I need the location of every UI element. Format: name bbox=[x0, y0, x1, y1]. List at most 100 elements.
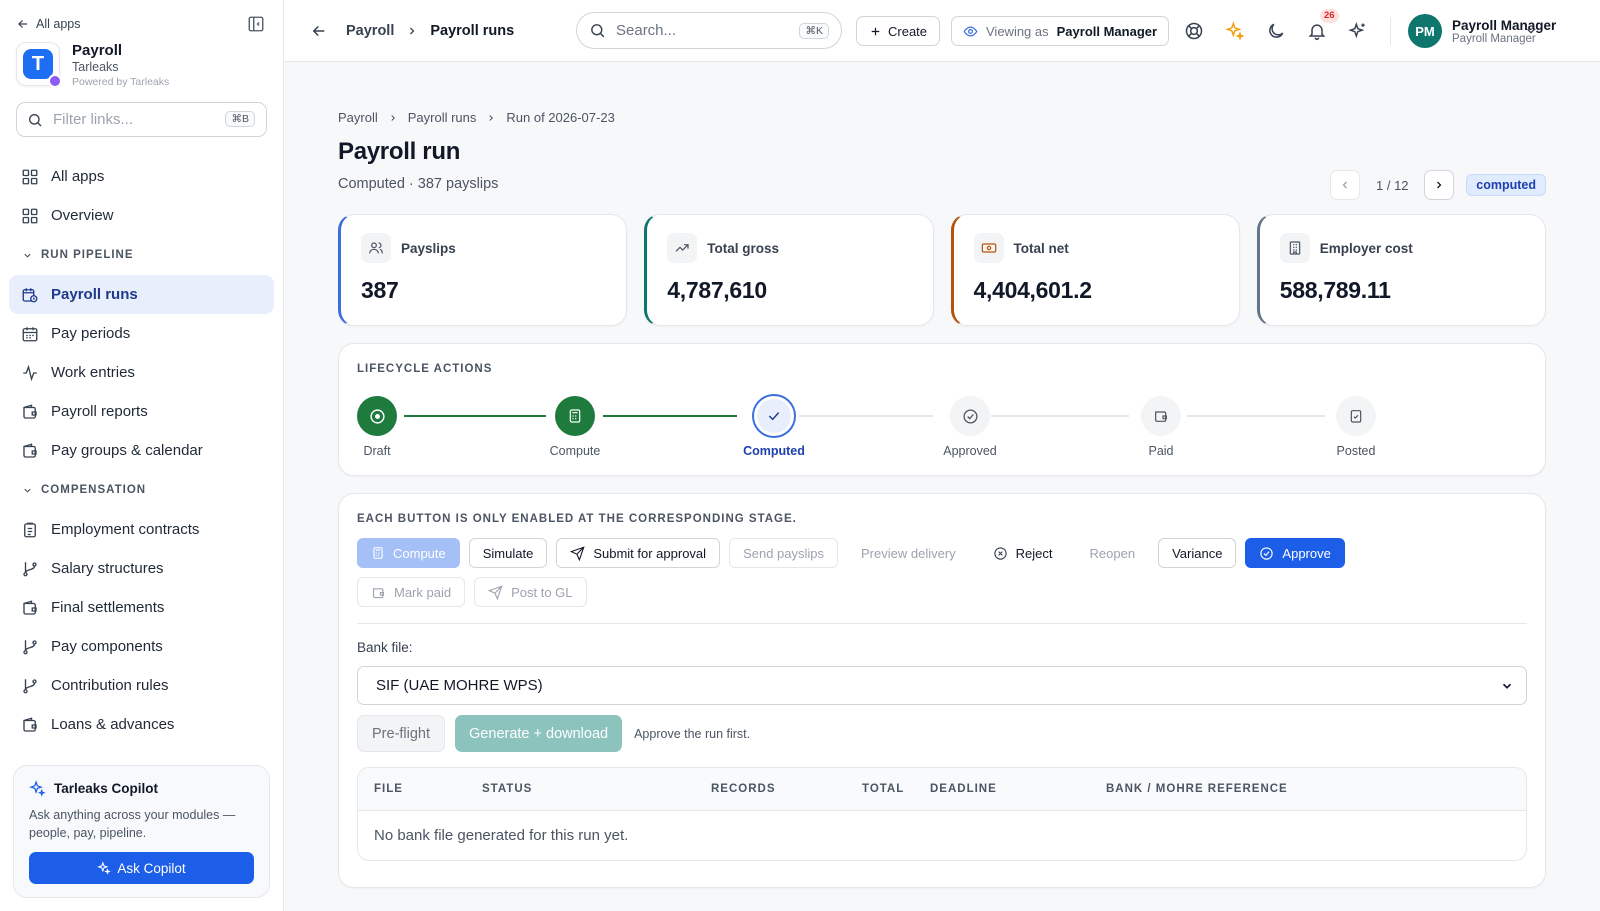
clipboard-check-icon bbox=[1350, 410, 1362, 423]
chevron-right-icon bbox=[391, 114, 395, 121]
viewing-as-switcher[interactable]: Viewing as Payroll Manager bbox=[951, 16, 1170, 46]
back-label: All apps bbox=[36, 17, 81, 31]
kpi-employer-cost: Employer cost 588,789.11 bbox=[1256, 214, 1546, 326]
compute-button[interactable]: Compute bbox=[357, 538, 460, 568]
sidebar-item-pay-periods[interactable]: Pay periods bbox=[9, 314, 274, 353]
sparkles-icon[interactable] bbox=[1225, 21, 1245, 41]
sidebar-item-all-apps[interactable]: All apps bbox=[9, 157, 274, 196]
ask-copilot-button[interactable]: Ask Copilot bbox=[29, 852, 254, 884]
sidebar-item-label: Payroll reports bbox=[51, 403, 148, 420]
post-to-gl-button[interactable]: Post to GL bbox=[474, 577, 587, 607]
button-label: Reopen bbox=[1089, 545, 1136, 561]
bell-icon[interactable] bbox=[1307, 21, 1327, 41]
sidebar-item-payroll-reports[interactable]: Payroll reports bbox=[9, 392, 274, 431]
filter-links-input[interactable]: Filter links... ⌘B bbox=[16, 102, 267, 137]
topbar-crumb-payroll[interactable]: Payroll bbox=[346, 23, 394, 39]
actions-card: EACH BUTTON IS ONLY ENABLED AT THE CORRE… bbox=[338, 493, 1546, 888]
create-button[interactable]: Create bbox=[856, 16, 941, 46]
kpi-value: 4,404,601.2 bbox=[973, 277, 1093, 303]
sidebar-item-pay-groups[interactable]: Pay groups & calendar bbox=[9, 431, 274, 470]
column-header: TOTAL bbox=[862, 783, 905, 795]
section-title: COMPENSATION bbox=[41, 484, 147, 496]
ai-sparkle-icon[interactable] bbox=[1348, 21, 1368, 41]
moon-icon[interactable] bbox=[1266, 21, 1286, 41]
sidebar-item-label: Salary structures bbox=[51, 560, 164, 577]
copilot-description: Ask anything across your modules — peopl… bbox=[29, 808, 236, 840]
divider bbox=[357, 623, 1527, 624]
submit-for-approval-button[interactable]: Submit for approval bbox=[556, 538, 721, 568]
section-run-pipeline[interactable]: RUN PIPELINE bbox=[0, 235, 283, 275]
breadcrumb-payroll-runs[interactable]: Payroll runs bbox=[408, 110, 477, 125]
viewing-role: Payroll Manager bbox=[1056, 23, 1158, 39]
next-record-button[interactable] bbox=[1424, 170, 1455, 200]
wallet-icon bbox=[23, 599, 37, 615]
calculator-icon bbox=[569, 409, 581, 423]
kpi-total-net: Total net 4,404,601.2 bbox=[950, 214, 1240, 326]
clipboard-icon bbox=[24, 522, 36, 537]
record-pager: 1 / 12 computed bbox=[1330, 170, 1546, 200]
lifecycle-connector bbox=[404, 415, 546, 417]
kpi-label: Total net bbox=[1013, 240, 1069, 256]
section-compensation[interactable]: COMPENSATION bbox=[0, 470, 283, 510]
kpi-row: Payslips 387 Total gross 4,787,610 Total… bbox=[338, 214, 1546, 326]
sidebar-item-loans-advances[interactable]: Loans & advances bbox=[9, 705, 274, 744]
reopen-button[interactable]: Reopen bbox=[1075, 538, 1150, 568]
lifecycle-connector bbox=[991, 415, 1129, 417]
generate-download-button[interactable]: Generate + download bbox=[455, 715, 623, 752]
approve-button[interactable]: Approve bbox=[1245, 538, 1345, 568]
simulate-button[interactable]: Simulate bbox=[468, 538, 548, 568]
breadcrumb: Payroll Payroll runs Run of 2026-07-23 bbox=[338, 110, 1546, 125]
sidebar-item-pay-components[interactable]: Pay components bbox=[9, 627, 274, 666]
arrow-left-icon[interactable] bbox=[310, 22, 328, 40]
calendar-icon bbox=[22, 326, 38, 341]
prev-record-button[interactable] bbox=[1330, 170, 1361, 200]
chevron-down-icon[interactable] bbox=[1524, 24, 1538, 38]
sidebar-item-final-settlements[interactable]: Final settlements bbox=[9, 588, 274, 627]
mark-paid-button[interactable]: Mark paid bbox=[357, 577, 466, 607]
sidebar-item-payroll-runs[interactable]: Payroll runs bbox=[9, 275, 274, 314]
column-header: FILE bbox=[374, 783, 403, 795]
sidebar-item-label: Pay components bbox=[51, 638, 163, 655]
back-to-all-apps[interactable]: All apps bbox=[16, 14, 267, 34]
sidebar-item-label: Final settlements bbox=[51, 599, 165, 616]
bank-file-select[interactable]: SIF (UAE MOHRE WPS) bbox=[357, 666, 1527, 705]
help-lifebuoy-icon[interactable] bbox=[1184, 21, 1204, 41]
sidebar-item-overview[interactable]: Overview bbox=[9, 196, 274, 235]
lifecycle-step-posted: Posted bbox=[1316, 396, 1396, 458]
button-label: Post to GL bbox=[511, 584, 573, 600]
send-payslips-button[interactable]: Send payslips bbox=[729, 538, 839, 568]
lifecycle-connector bbox=[1187, 415, 1325, 417]
sidebar-item-label: Loans & advances bbox=[51, 716, 175, 733]
lifecycle-step-approved: Approved bbox=[930, 396, 1010, 458]
global-search-input[interactable]: Search... ⌘K bbox=[576, 12, 842, 49]
sidebar-collapse-icon[interactable] bbox=[247, 15, 265, 33]
button-label: Preview delivery bbox=[861, 545, 956, 561]
sidebar-item-label: Contribution rules bbox=[51, 677, 169, 694]
sidebar-item-salary-structures[interactable]: Salary structures bbox=[9, 549, 274, 588]
sidebar-item-label: Payroll runs bbox=[51, 286, 138, 303]
kpi-value: 588,789.11 bbox=[1279, 277, 1391, 303]
button-label: Variance bbox=[1172, 545, 1223, 561]
sidebar-item-contribution-rules[interactable]: Contribution rules bbox=[9, 666, 274, 705]
breadcrumb-payroll[interactable]: Payroll bbox=[338, 110, 378, 125]
sidebar-item-employment-contracts[interactable]: Employment contracts bbox=[9, 510, 274, 549]
sidebar: All apps T Payroll Tarleaks Powered by T… bbox=[0, 0, 284, 911]
pre-flight-button[interactable]: Pre-flight bbox=[357, 715, 446, 752]
step-label: Computed bbox=[743, 444, 805, 458]
preview-delivery-button[interactable]: Preview delivery bbox=[847, 538, 970, 568]
sidebar-item-work-entries[interactable]: Work entries bbox=[9, 353, 274, 392]
reject-button[interactable]: Reject bbox=[978, 538, 1067, 568]
variance-button[interactable]: Variance bbox=[1158, 538, 1237, 568]
lifecycle-connector bbox=[799, 415, 933, 417]
copilot-card: Tarleaks Copilot Ask anything across you… bbox=[13, 765, 270, 898]
breadcrumb-current: Run of 2026-07-23 bbox=[506, 110, 615, 125]
button-label: Send payslips bbox=[743, 545, 825, 561]
grid-icon bbox=[22, 169, 38, 184]
step-label: Paid bbox=[1148, 444, 1174, 458]
sidebar-item-label: Work entries bbox=[51, 364, 135, 381]
column-header: RECORDS bbox=[711, 783, 776, 795]
step-label: Posted bbox=[1336, 444, 1376, 458]
page-title: Payroll run bbox=[338, 138, 461, 165]
sidebar-nav: All apps Overview RUN PIPELINE Payroll r… bbox=[0, 157, 283, 744]
x-circle-icon bbox=[993, 546, 1007, 560]
